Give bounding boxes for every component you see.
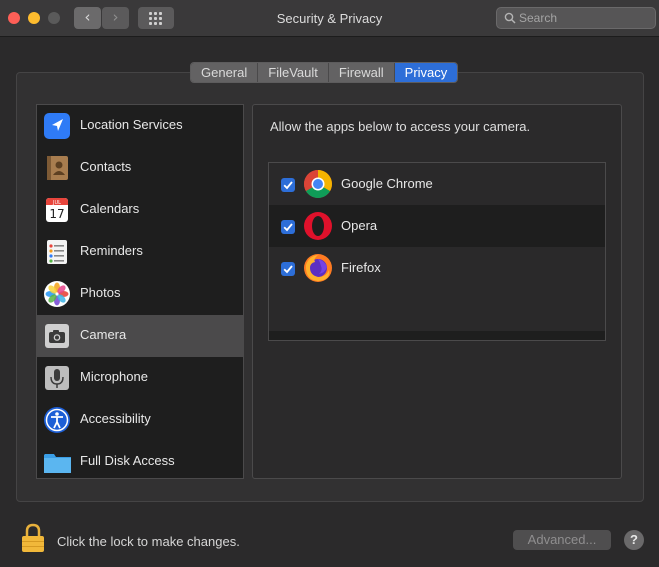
app-name: Firefox — [341, 260, 381, 275]
allow-checkbox[interactable] — [281, 178, 295, 192]
sidebar-item-label: Reminders — [80, 243, 143, 258]
sidebar-item-full-disk-access[interactable]: Full Disk Access — [37, 441, 243, 478]
firefox-icon — [304, 254, 332, 282]
folder-icon — [44, 454, 71, 473]
tab-filevault[interactable]: FileVault — [258, 63, 329, 82]
checkmark-icon — [283, 181, 293, 190]
allow-checkbox[interactable] — [281, 262, 295, 276]
opera-icon — [304, 212, 332, 240]
app-row-google-chrome[interactable]: Google Chrome — [269, 163, 605, 205]
calendar-month-text: JUL — [52, 200, 61, 206]
checkmark-icon — [283, 223, 293, 232]
sidebar-item-label: Microphone — [80, 369, 148, 384]
calendar-day-text: 17 — [49, 207, 64, 221]
camera-icon — [45, 324, 69, 348]
lock-instruction: Click the lock to make changes. — [57, 534, 240, 549]
app-row-opera[interactable]: Opera — [269, 205, 605, 247]
chrome-icon — [304, 170, 332, 198]
sidebar-item-label: Calendars — [80, 201, 140, 216]
accessibility-icon — [44, 407, 70, 433]
search-icon — [504, 12, 516, 24]
microphone-icon — [45, 366, 69, 390]
tab-privacy[interactable]: Privacy — [394, 63, 458, 82]
sidebar-item-contacts[interactable]: Contacts — [37, 147, 243, 189]
sidebar-item-accessibility[interactable]: Accessibility — [37, 399, 243, 441]
app-row-firefox[interactable]: Firefox — [269, 247, 605, 289]
tab-general[interactable]: General — [191, 63, 259, 82]
search-field[interactable]: Search — [496, 7, 656, 29]
lock-icon[interactable] — [21, 523, 45, 553]
reminders-list-icon — [47, 240, 67, 264]
sidebar-item-microphone[interactable]: Microphone — [37, 357, 243, 399]
sidebar-item-camera[interactable]: Camera — [37, 315, 243, 357]
sidebar-item-label: Photos — [80, 285, 121, 300]
empty-list-row — [269, 289, 605, 331]
sidebar-item-label: Accessibility — [80, 411, 151, 426]
contacts-book-icon — [47, 156, 68, 180]
sidebar-item-label: Camera — [80, 327, 127, 342]
sidebar-item-calendars[interactable]: JUL 17 Calendars — [37, 189, 243, 231]
sidebar-item-reminders[interactable]: Reminders — [37, 231, 243, 273]
title-bar: ‹ › Security & Privacy Search — [0, 0, 659, 37]
tab-bar: General FileVault Firewall Privacy — [190, 62, 459, 83]
sidebar-item-label: Full Disk Access — [80, 453, 175, 468]
sidebar-item-location-services[interactable]: Location Services — [37, 105, 243, 147]
advanced-button[interactable]: Advanced... — [513, 530, 611, 550]
help-button[interactable]: ? — [624, 530, 644, 550]
privacy-description: Allow the apps below to access your came… — [270, 119, 531, 134]
allow-checkbox[interactable] — [281, 220, 295, 234]
sidebar-item-label: Location Services — [80, 117, 183, 132]
sidebar-item-label: Contacts — [80, 159, 132, 174]
sidebar-item-photos[interactable]: Photos — [37, 273, 243, 315]
app-name: Google Chrome — [341, 176, 433, 191]
app-name: Opera — [341, 218, 378, 233]
checkmark-icon — [283, 265, 293, 274]
privacy-category-list: Location Services Contacts JUL 17 Calend… — [36, 104, 244, 479]
calendar-icon: JUL 17 — [46, 198, 68, 222]
search-placeholder: Search — [519, 11, 558, 25]
app-permission-list: Google Chrome Opera Firefox — [268, 162, 606, 341]
tab-firewall[interactable]: Firewall — [328, 63, 395, 82]
photos-flower-icon — [44, 281, 70, 307]
location-arrow-icon — [44, 113, 70, 139]
